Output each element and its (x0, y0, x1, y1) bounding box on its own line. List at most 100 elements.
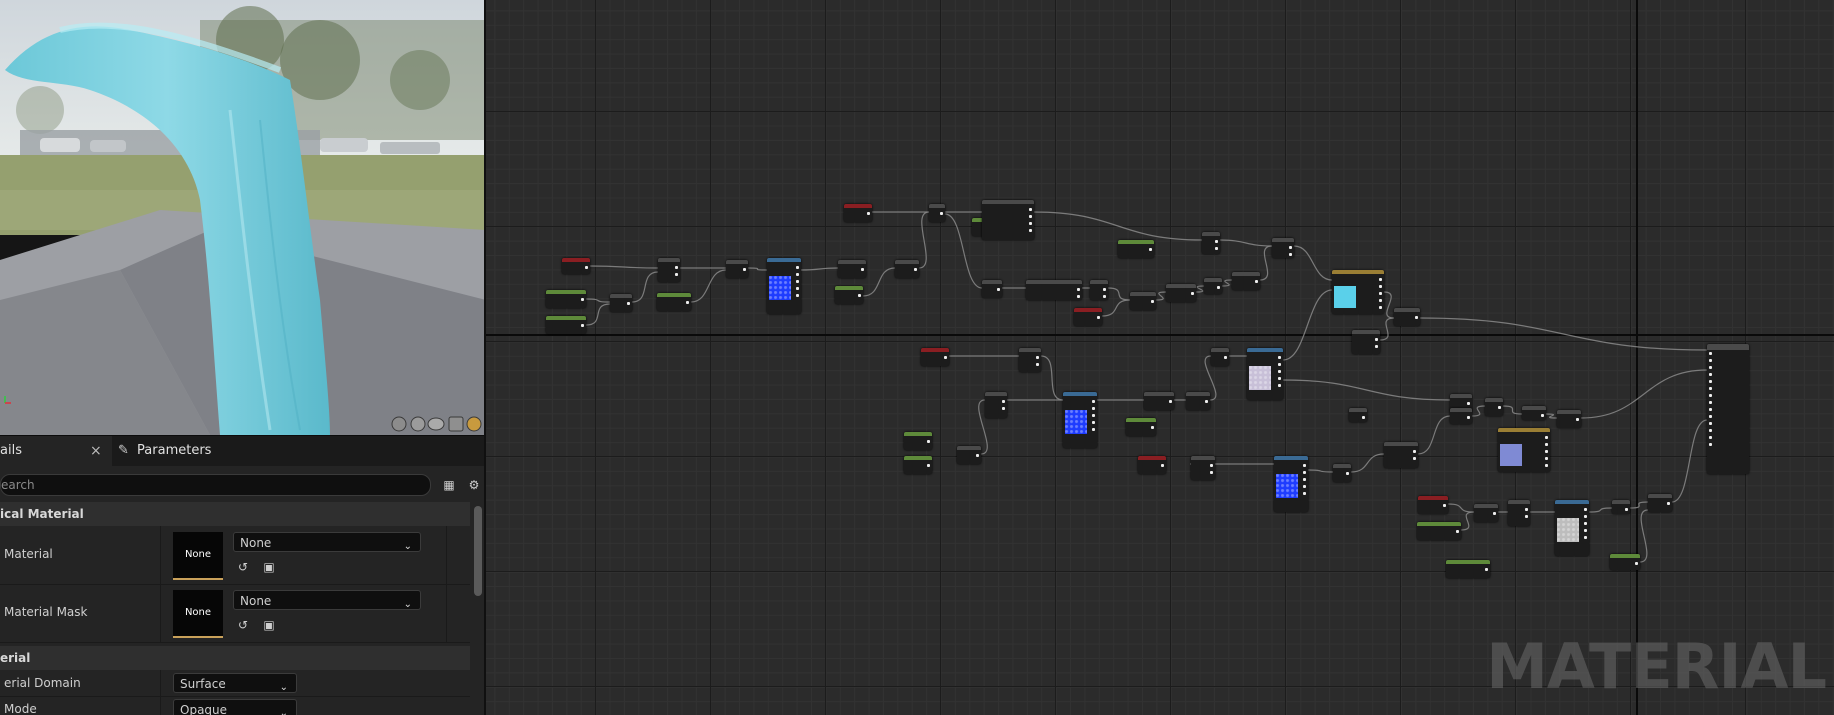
node-pin[interactable] (796, 294, 799, 297)
node-pin[interactable] (858, 294, 861, 297)
texture-sample-node[interactable] (767, 258, 801, 314)
expression-node[interactable] (985, 392, 1007, 418)
node-pin[interactable] (1289, 253, 1292, 256)
expression-node[interactable] (1333, 464, 1351, 482)
node-pin[interactable] (1169, 400, 1172, 403)
node-pin[interactable] (940, 212, 943, 215)
expression-node[interactable] (726, 260, 748, 278)
node-pin[interactable] (1413, 457, 1416, 460)
expression-node[interactable] (1557, 410, 1581, 428)
expression-node[interactable] (1138, 456, 1166, 474)
expression-node[interactable] (1485, 398, 1503, 416)
node-pin[interactable] (1346, 472, 1349, 475)
node-pin[interactable] (1485, 568, 1488, 571)
node-pin[interactable] (1635, 562, 1638, 565)
expression-node[interactable] (982, 200, 1034, 240)
node-pin[interactable] (1545, 457, 1548, 460)
node-pin[interactable] (686, 301, 689, 304)
node-pin[interactable] (1029, 215, 1032, 218)
node-pin[interactable] (997, 288, 1000, 291)
node-pin[interactable] (1278, 384, 1281, 387)
node-pin[interactable] (1584, 515, 1587, 518)
expression-node[interactable] (1126, 418, 1156, 436)
expression-node[interactable] (1211, 348, 1229, 366)
expression-node[interactable] (1074, 308, 1102, 326)
node-pin[interactable] (1289, 246, 1292, 249)
tab-parameters[interactable]: ✎ Parameters (118, 436, 238, 466)
expression-node[interactable] (1508, 500, 1530, 526)
expression-node[interactable] (1090, 280, 1108, 300)
node-pin[interactable] (1576, 418, 1579, 421)
node-pin[interactable] (1709, 429, 1712, 432)
node-pin[interactable] (1224, 356, 1227, 359)
details-scrollbar[interactable] (474, 506, 482, 596)
browse-folder-icon[interactable]: ▣ (262, 560, 276, 574)
node-pin[interactable] (1456, 530, 1459, 533)
expression-node[interactable] (1026, 280, 1082, 300)
expression-node[interactable] (921, 348, 949, 366)
node-pin[interactable] (1709, 401, 1712, 404)
node-pin[interactable] (1077, 295, 1080, 298)
expression-node[interactable] (1417, 522, 1461, 540)
node-pin[interactable] (1379, 278, 1382, 281)
expression-node[interactable] (1474, 504, 1498, 522)
node-pin[interactable] (1709, 394, 1712, 397)
node-pin[interactable] (1379, 285, 1382, 288)
expression-node[interactable] (1349, 408, 1367, 422)
expression-node[interactable] (1394, 308, 1420, 326)
node-pin[interactable] (1709, 443, 1712, 446)
node-pin[interactable] (743, 268, 746, 271)
node-pin[interactable] (1303, 492, 1306, 495)
expression-node[interactable] (1166, 284, 1196, 302)
material-graph-canvas[interactable]: MATERIAL (486, 0, 1834, 715)
node-pin[interactable] (1029, 222, 1032, 225)
node-pin[interactable] (1493, 512, 1496, 515)
expression-node[interactable] (1232, 272, 1260, 290)
material-domain-combo[interactable]: Surface ⌄ (173, 673, 297, 693)
settings-gear-icon[interactable]: ⚙ (467, 478, 481, 492)
node-pin[interactable] (585, 266, 588, 269)
node-pin[interactable] (1092, 407, 1095, 410)
details-search-input[interactable]: earch (0, 474, 431, 496)
expression-node[interactable] (1384, 442, 1418, 468)
expression-node[interactable] (1130, 292, 1156, 310)
node-pin[interactable] (927, 440, 930, 443)
node-pin[interactable] (1002, 400, 1005, 403)
node-pin[interactable] (867, 212, 870, 215)
material-result-node[interactable] (1707, 344, 1749, 474)
node-pin[interactable] (1625, 508, 1628, 511)
reset-arrow-icon[interactable]: ↺ (236, 560, 250, 574)
expression-node[interactable] (1272, 238, 1294, 258)
expression-node[interactable] (610, 294, 632, 312)
node-pin[interactable] (1151, 300, 1154, 303)
node-pin[interactable] (1362, 416, 1365, 419)
node-pin[interactable] (1545, 450, 1548, 453)
node-pin[interactable] (1077, 288, 1080, 291)
node-pin[interactable] (1210, 464, 1213, 467)
node-pin[interactable] (1541, 414, 1544, 417)
node-pin[interactable] (1103, 288, 1106, 291)
node-pin[interactable] (1709, 415, 1712, 418)
node-pin[interactable] (581, 298, 584, 301)
expression-node[interactable] (658, 258, 680, 282)
expression-node[interactable] (844, 204, 872, 222)
expression-node[interactable] (1191, 456, 1215, 480)
blend-mode-combo[interactable]: Opaque ⌄ (173, 699, 297, 715)
node-pin[interactable] (581, 324, 584, 327)
node-pin[interactable] (1413, 450, 1416, 453)
expression-node[interactable] (1144, 392, 1174, 410)
node-pin[interactable] (944, 356, 947, 359)
node-pin[interactable] (1498, 406, 1501, 409)
expression-node[interactable] (546, 290, 586, 308)
node-pin[interactable] (675, 266, 678, 269)
node-pin[interactable] (1584, 536, 1587, 539)
node-pin[interactable] (1278, 363, 1281, 366)
node-pin[interactable] (1092, 414, 1095, 417)
expression-node[interactable] (929, 204, 945, 222)
expression-node[interactable] (1418, 496, 1448, 514)
vector-parameter-node[interactable] (1332, 270, 1384, 314)
node-pin[interactable] (1029, 208, 1032, 211)
node-pin[interactable] (1467, 416, 1470, 419)
node-pin[interactable] (1303, 478, 1306, 481)
node-pin[interactable] (1667, 502, 1670, 505)
